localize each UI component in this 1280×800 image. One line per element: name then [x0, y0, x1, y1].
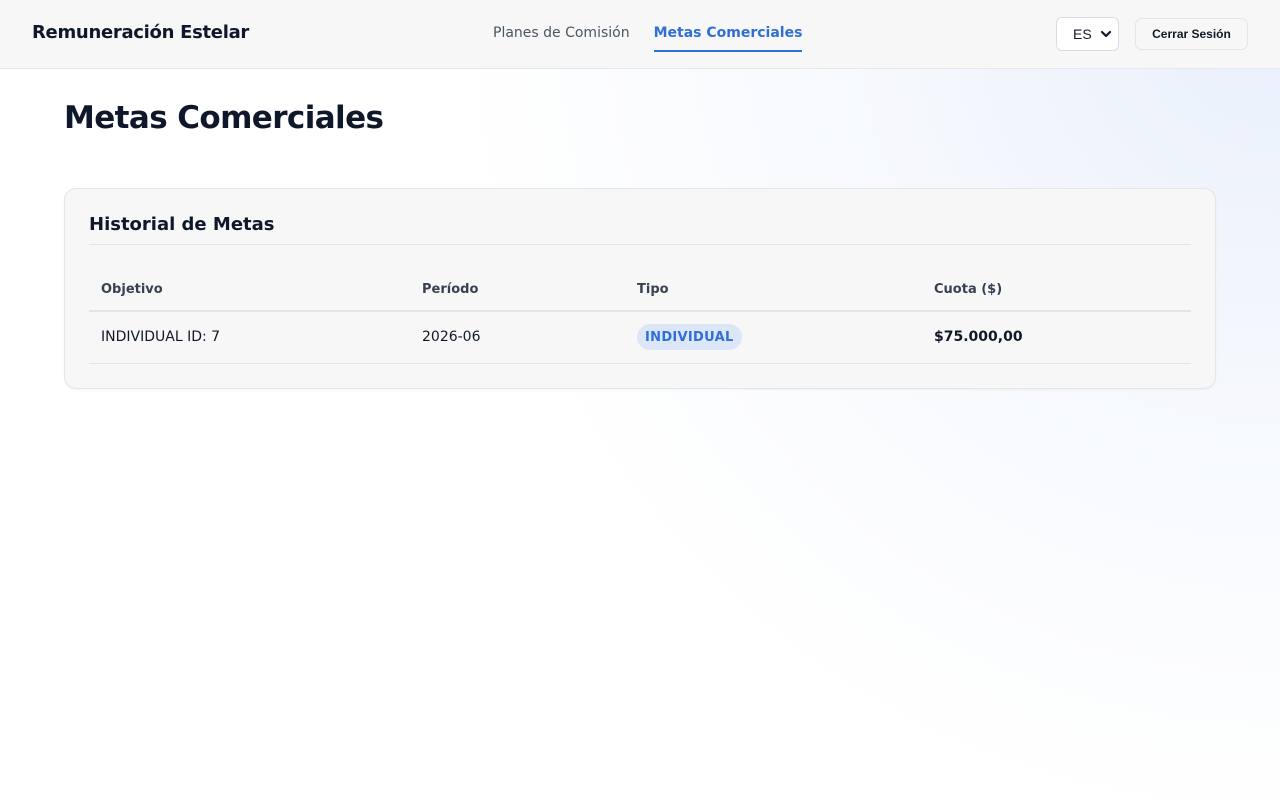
goals-table: Objetivo Período Tipo Cuota ($) INDIVIDU… — [89, 269, 1191, 364]
chevron-down-icon — [1100, 30, 1112, 38]
logout-button[interactable]: Cerrar Sesión — [1135, 18, 1248, 50]
language-select[interactable]: ES — [1056, 17, 1119, 51]
cell-period: 2026-06 — [422, 329, 481, 345]
goals-history-card: Historial de Metas Objetivo Período Tipo… — [64, 188, 1216, 389]
nav-item-commission-plans[interactable]: Planes de Comisión — [493, 0, 630, 68]
cell-objective: INDIVIDUAL ID: 7 — [101, 329, 221, 345]
type-badge: INDIVIDUAL — [637, 324, 742, 350]
card-title: Historial de Metas — [89, 214, 275, 235]
table-row[interactable]: INDIVIDUAL ID: 7 2026-06 INDIVIDUAL $75.… — [89, 312, 1191, 364]
column-header-type[interactable]: Tipo — [637, 282, 669, 297]
column-header-period[interactable]: Período — [422, 282, 478, 297]
language-select-value: ES — [1073, 26, 1092, 42]
app-brand: Remuneración Estelar — [32, 22, 249, 43]
column-header-quota[interactable]: Cuota ($) — [934, 282, 1002, 297]
page-title: Metas Comerciales — [64, 100, 384, 136]
cell-quota: $75.000,00 — [934, 329, 1023, 345]
top-bar: Remuneración Estelar Planes de Comisión … — [0, 0, 1280, 69]
column-header-objective[interactable]: Objetivo — [101, 282, 163, 297]
card-divider — [89, 244, 1191, 245]
nav-item-sales-goals[interactable]: Metas Comerciales — [653, 0, 802, 68]
main-nav: Planes de Comisión Metas Comerciales — [493, 0, 802, 68]
table-header: Objetivo Período Tipo Cuota ($) — [89, 269, 1191, 312]
